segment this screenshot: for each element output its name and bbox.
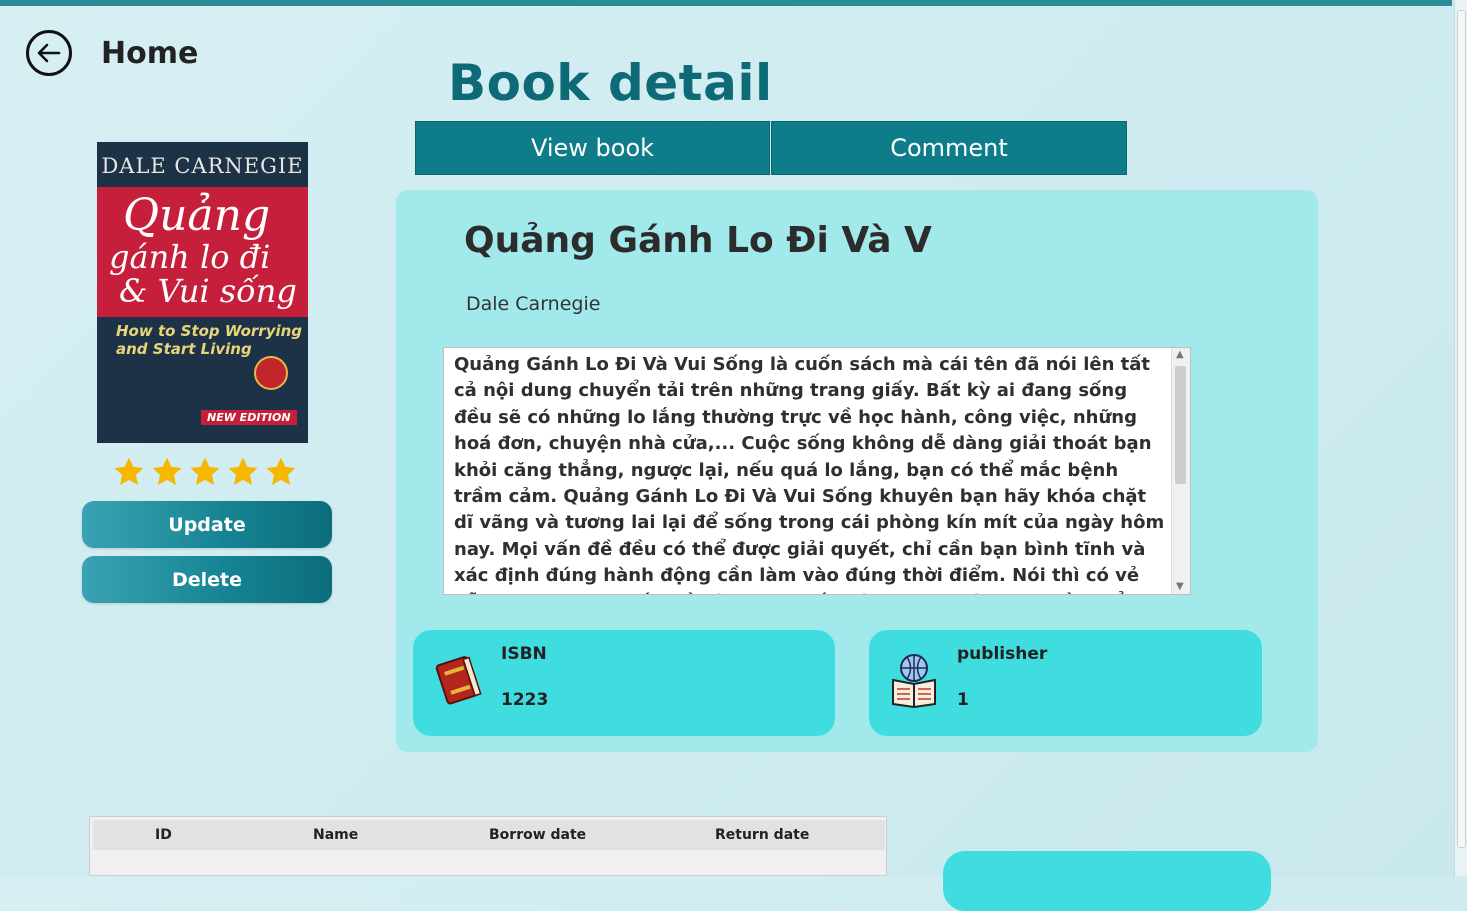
book-author: Dale Carnegie (466, 293, 601, 315)
cover-author: DALE CARNEGIE (101, 154, 304, 178)
description-text: Quảng Gánh Lo Đi Và Vui Sống là cuốn sác… (454, 354, 1165, 594)
cover-subtitle-line2: and Start Living (116, 340, 252, 358)
description-scrollbar-thumb[interactable] (1175, 366, 1186, 484)
cover-bestseller-seal-icon (254, 356, 288, 390)
publisher-card: publisher 1 (869, 630, 1262, 736)
borrow-table[interactable]: ID Name Borrow date Return date (89, 816, 887, 876)
delete-button[interactable]: Delete (82, 556, 332, 603)
cover-subtitle-line1: How to Stop Worrying (116, 322, 303, 340)
bottom-card (943, 851, 1271, 911)
back-arrow-icon[interactable] (26, 30, 72, 76)
description-scrollbar[interactable]: ▲ ▼ (1171, 348, 1190, 594)
cover-edition-badge: NEW EDITION (201, 410, 297, 425)
table-header: ID Name Borrow date Return date (93, 820, 885, 850)
update-button[interactable]: Update (82, 501, 332, 548)
page-scrollbar[interactable] (1454, 0, 1467, 876)
scroll-down-icon[interactable]: ▼ (1176, 582, 1186, 592)
star-icon[interactable] (188, 455, 222, 489)
book-cover-image: DALE CARNEGIE Quảng gánh lo đi & Vui sốn… (97, 142, 308, 443)
top-accent-bar (0, 0, 1452, 6)
book-title: Quảng Gánh Lo Đi Và V (464, 220, 932, 261)
book-info-panel: Quảng Gánh Lo Đi Và V Dale Carnegie Quản… (396, 190, 1318, 752)
tab-comment[interactable]: Comment (771, 121, 1127, 175)
publisher-label: publisher (957, 644, 1048, 664)
globe-book-icon (892, 654, 936, 708)
page-scrollbar-thumb[interactable] (1457, 10, 1466, 848)
publisher-value: 1 (957, 690, 969, 710)
isbn-value: 1223 (501, 690, 549, 710)
tab-view-book[interactable]: View book (415, 121, 770, 175)
isbn-card: ISBN 1223 (413, 630, 835, 736)
scroll-up-icon[interactable]: ▲ (1176, 350, 1186, 360)
page-title: Book detail (448, 54, 773, 112)
description-box[interactable]: Quảng Gánh Lo Đi Và Vui Sống là cuốn sác… (443, 347, 1191, 595)
column-header-borrow-date[interactable]: Borrow date (489, 827, 586, 843)
rating-stars[interactable] (112, 455, 298, 489)
star-icon[interactable] (150, 455, 184, 489)
cover-title-line2: gánh lo đi (109, 238, 271, 276)
star-icon[interactable] (112, 455, 146, 489)
column-header-return-date[interactable]: Return date (715, 827, 809, 843)
star-icon[interactable] (226, 455, 260, 489)
home-link[interactable]: Home (101, 36, 198, 71)
book-icon (435, 656, 482, 705)
star-icon[interactable] (264, 455, 298, 489)
isbn-label: ISBN (501, 644, 547, 664)
column-header-id[interactable]: ID (155, 827, 172, 843)
cover-title-line3: & Vui sống (119, 272, 297, 310)
column-header-name[interactable]: Name (313, 827, 358, 843)
cover-title-line1: Quảng (123, 190, 271, 241)
